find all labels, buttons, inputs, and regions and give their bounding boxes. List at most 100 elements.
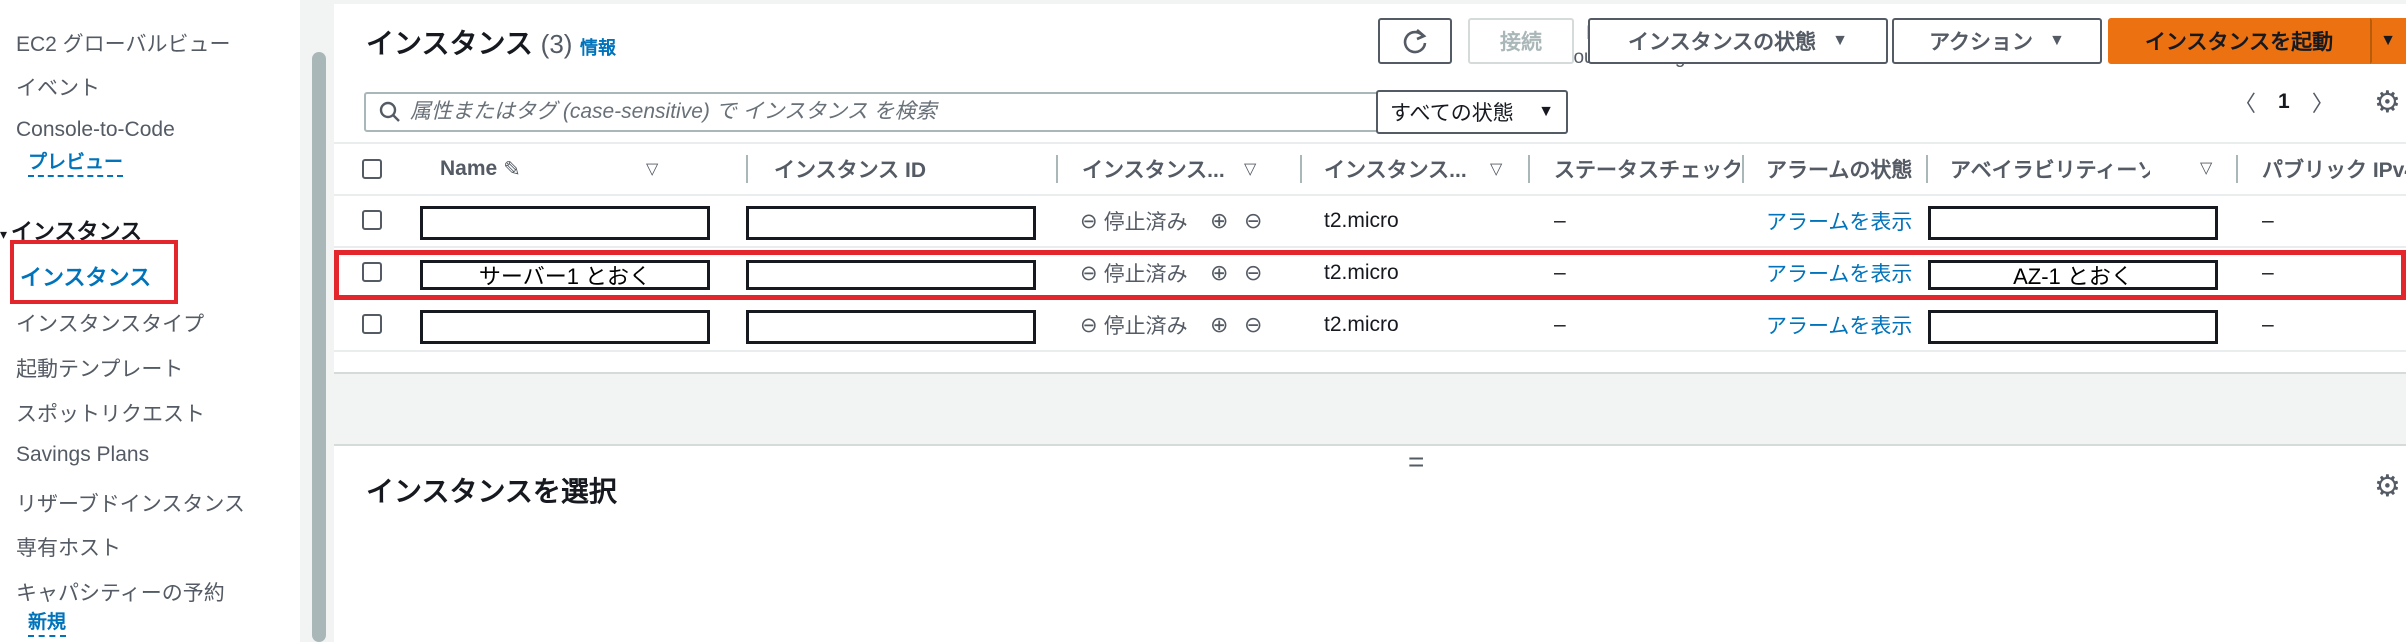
- column-divider[interactable]: [746, 155, 748, 183]
- sidebar-item-instances[interactable]: インスタンス: [10, 240, 178, 304]
- column-label: インスタンス...: [1082, 159, 1225, 182]
- column-divider[interactable]: [1056, 155, 1058, 183]
- status-check-cell: –: [1554, 209, 1566, 232]
- column-divider[interactable]: [1926, 155, 1928, 183]
- column-header-instance-type[interactable]: インスタンス... ▽: [1324, 144, 1524, 194]
- zoom-out-icon[interactable]: ⊖: [1244, 262, 1262, 284]
- column-header-instance-id[interactable]: インスタンス ID: [774, 144, 974, 194]
- column-header-status-check[interactable]: ステータスチェック: [1554, 144, 1740, 194]
- view-alarms-link[interactable]: アラームを表示: [1766, 300, 1912, 350]
- zoom-in-icon[interactable]: ⊕: [1210, 210, 1228, 232]
- caret-down-icon: ▼: [1538, 103, 1554, 120]
- view-alarms-link[interactable]: アラームを表示: [1766, 196, 1912, 246]
- chevron-left-icon[interactable]: 〈: [2234, 86, 2256, 118]
- column-label: インスタンス ID: [774, 159, 926, 182]
- sort-icon[interactable]: ▽: [2200, 158, 2212, 178]
- instance-type-cell: t2.micro: [1324, 261, 1399, 284]
- sidebar-item-global-view[interactable]: EC2 グローバルビュー: [16, 28, 230, 58]
- actions-label: アクション: [1929, 31, 2034, 54]
- search-input[interactable]: [410, 100, 1370, 124]
- preview-badge: プレビュー: [28, 152, 124, 177]
- instance-id-cell[interactable]: [746, 260, 1036, 290]
- state-filter-select[interactable]: すべての状態 ▼: [1376, 90, 1568, 134]
- launch-options-button[interactable]: ▼: [2370, 18, 2406, 64]
- column-label: アベイラビリティーゾ...: [1950, 159, 2150, 182]
- info-link[interactable]: 情報: [580, 34, 616, 60]
- instance-name-cell[interactable]: サーバー1 とおく: [420, 260, 710, 290]
- instance-id-cell[interactable]: [746, 206, 1036, 240]
- sidebar-item-reserved-instances[interactable]: リザーブドインスタンス: [16, 488, 245, 518]
- zoom-out-icon[interactable]: ⊖: [1244, 314, 1262, 336]
- column-header-name[interactable]: Name ✎ ▽: [440, 144, 680, 194]
- sort-icon[interactable]: ▽: [646, 159, 658, 179]
- availability-zone-cell: [1928, 206, 2218, 240]
- select-all-checkbox[interactable]: [362, 159, 382, 179]
- gear-icon[interactable]: ⚙: [2374, 88, 2401, 118]
- availability-zone-cell: AZ-1 とおく: [1928, 260, 2218, 290]
- instance-count: (3): [540, 29, 573, 59]
- sidebar-item-console-to-code[interactable]: Console-to-Code: [16, 118, 175, 142]
- actions-dropdown[interactable]: アクション ▼: [1892, 18, 2102, 64]
- sidebar-item-instance-types[interactable]: インスタンスタイプ: [16, 308, 204, 338]
- page-title-text: インスタンス: [366, 28, 533, 59]
- instance-id-cell[interactable]: [746, 310, 1036, 344]
- launch-label: インスタンスを起動: [2144, 31, 2334, 54]
- sidebar-item-label: インスタンス: [20, 265, 152, 290]
- zoom-in-icon[interactable]: ⊕: [1210, 262, 1228, 284]
- column-divider[interactable]: [1742, 155, 1744, 183]
- row-checkbox[interactable]: [362, 314, 382, 334]
- state-filter-value: すべての状態: [1390, 102, 1514, 125]
- column-header-instance-state[interactable]: インスタンス... ▽: [1082, 144, 1312, 194]
- row-checkbox[interactable]: [362, 210, 382, 230]
- gear-icon[interactable]: ⚙: [2374, 472, 2401, 502]
- column-header-availability-zone[interactable]: アベイラビリティーゾ...: [1950, 144, 2150, 194]
- instance-state-label: インスタンスの状態: [1627, 31, 1817, 54]
- sort-icon[interactable]: ▽: [1244, 159, 1256, 179]
- table-row[interactable]: サーバー1 とおく ⊖ 停止済み ⊕ ⊖ t2.micro – アラームを表示 …: [334, 248, 2406, 300]
- new-badge: 新規: [28, 612, 67, 637]
- search-box[interactable]: [364, 92, 1384, 132]
- instance-name-cell[interactable]: [420, 310, 710, 344]
- page-number[interactable]: 1: [2278, 90, 2290, 114]
- instance-state-dropdown[interactable]: インスタンスの状態 ▼: [1588, 18, 1888, 64]
- sidebar-item-capacity-reservations[interactable]: キャパシティーの予約: [16, 577, 225, 607]
- launch-instance-button[interactable]: インスタンスを起動: [2108, 18, 2370, 64]
- instances-panel: インスタンス (3) 情報 Last updated about 1 hour …: [334, 4, 2406, 374]
- instance-name-cell[interactable]: [420, 206, 710, 240]
- connect-button[interactable]: 接続: [1468, 18, 1574, 64]
- sidebar-item-dedicated-hosts[interactable]: 専有ホスト: [16, 532, 121, 562]
- table-row[interactable]: ⊖ 停止済み ⊕ ⊖ t2.micro – アラームを表示 –: [334, 300, 2406, 352]
- sidebar-item-savings-plans[interactable]: Savings Plans: [16, 443, 149, 467]
- zoom-out-icon[interactable]: ⊖: [1244, 210, 1262, 232]
- caret-down-icon: ▼: [2049, 32, 2065, 49]
- instance-state-cell: ⊖ 停止済み: [1080, 196, 1188, 246]
- refresh-icon: [1403, 29, 1427, 54]
- resize-handle[interactable]: =: [1408, 448, 1424, 476]
- public-ip-cell: –: [2262, 313, 2274, 336]
- sidebar-item-spot-requests[interactable]: スポットリクエスト: [16, 398, 205, 428]
- view-alarms-link[interactable]: アラームを表示: [1766, 248, 1912, 298]
- column-divider[interactable]: [2236, 155, 2238, 183]
- column-label: アラームの状態: [1766, 159, 1912, 182]
- column-label: Name: [440, 157, 498, 180]
- sidebar-item-events[interactable]: イベント: [16, 72, 100, 102]
- column-divider[interactable]: [1300, 155, 1302, 183]
- sort-icon[interactable]: ▽: [1490, 159, 1502, 179]
- column-header-alarm-status[interactable]: アラームの状態: [1766, 144, 1912, 194]
- stopped-icon: ⊖: [1080, 261, 1098, 285]
- page-title: インスタンス (3): [366, 22, 572, 62]
- caret-down-icon: ▼: [1832, 32, 1848, 49]
- table-row[interactable]: ⊖ 停止済み ⊕ ⊖ t2.micro – アラームを表示 –: [334, 196, 2406, 248]
- instance-state-text: 停止済み: [1103, 315, 1188, 338]
- row-checkbox[interactable]: [362, 262, 382, 282]
- refresh-button[interactable]: [1378, 18, 1452, 64]
- sidebar-scrollbar-thumb[interactable]: [312, 52, 326, 642]
- column-divider[interactable]: [1528, 155, 1530, 183]
- zoom-in-icon[interactable]: ⊕: [1210, 314, 1228, 336]
- sidebar-item-launch-templates[interactable]: 起動テンプレート: [16, 353, 183, 383]
- status-check-cell: –: [1554, 261, 1566, 284]
- search-icon: [379, 101, 400, 122]
- chevron-right-icon[interactable]: 〉: [2312, 86, 2334, 118]
- instance-type-cell: t2.micro: [1324, 313, 1399, 336]
- column-header-public-ipv4[interactable]: パブリック IPv4: [2262, 144, 2406, 194]
